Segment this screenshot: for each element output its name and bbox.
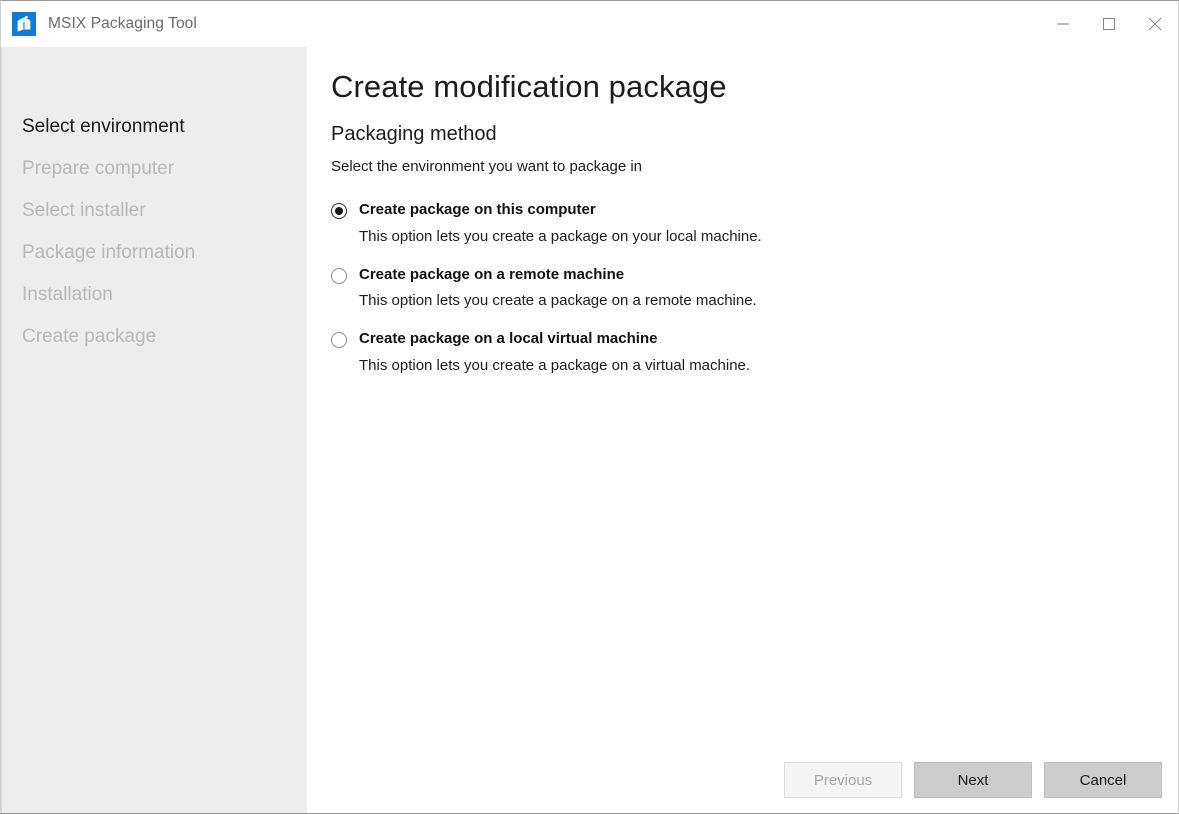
section-title: Packaging method [331, 123, 497, 146]
option-label: Create package on this computer [359, 201, 596, 219]
sidebar-item-create-package[interactable]: Create package [2, 315, 307, 357]
sidebar-item-label: Prepare computer [22, 157, 175, 179]
title-bar: MSIX Packaging Tool [1, 1, 1178, 47]
sidebar-item-label: Installation [22, 283, 113, 305]
close-icon [1146, 15, 1164, 33]
option-create-on-local-virtual-machine: Create package on a local virtual machin… [331, 330, 1178, 376]
previous-button[interactable]: Previous [784, 762, 902, 798]
window-controls [1040, 1, 1178, 47]
next-button[interactable]: Next [914, 762, 1032, 798]
title-bar-left: MSIX Packaging Tool [1, 12, 197, 36]
sidebar-item-installation[interactable]: Installation [2, 273, 307, 315]
option-row[interactable]: Create package on this computer [331, 201, 1178, 220]
sidebar-item-label: Create package [22, 325, 157, 347]
close-button[interactable] [1132, 1, 1178, 47]
sidebar-item-package-information[interactable]: Package information [2, 231, 307, 273]
minimize-icon [1055, 16, 1071, 32]
option-row[interactable]: Create package on a remote machine [331, 266, 1178, 285]
radio-create-on-local-virtual-machine[interactable] [331, 332, 347, 349]
option-create-on-this-computer: Create package on this computer This opt… [331, 201, 1178, 247]
packaging-method-radio-group: Create package on this computer This opt… [331, 176, 1178, 376]
main-content: Create modification package Packaging me… [307, 47, 1178, 813]
option-description: This option lets you create a package on… [359, 356, 751, 374]
maximize-icon [1101, 16, 1117, 32]
sidebar-item-label: Select installer [22, 199, 146, 221]
option-label: Create package on a local virtual machin… [359, 330, 658, 348]
page-title: Create modification package [331, 69, 727, 104]
body-split: Select environment Prepare computer Sele… [1, 47, 1178, 813]
sidebar-item-label: Package information [22, 241, 196, 263]
maximize-button[interactable] [1086, 1, 1132, 47]
option-label: Create package on a remote machine [359, 265, 625, 283]
sidebar-navigation: Select environment Prepare computer Sele… [1, 47, 307, 813]
option-row[interactable]: Create package on a local virtual machin… [331, 330, 1178, 349]
section-subtitle: Select the environment you want to packa… [331, 158, 643, 176]
app-window: MSIX Packaging Tool Select environment P… [0, 0, 1179, 814]
app-title: MSIX Packaging Tool [48, 15, 197, 32]
footer-actions: Previous Next Cancel [784, 762, 1162, 798]
sidebar-item-select-installer[interactable]: Select installer [2, 189, 307, 231]
minimize-button[interactable] [1040, 1, 1086, 47]
radio-create-on-remote-machine[interactable] [331, 267, 347, 284]
package-box-icon [12, 12, 36, 36]
cancel-button[interactable]: Cancel [1044, 762, 1162, 798]
sidebar-item-label: Select environment [22, 115, 185, 137]
radio-create-on-this-computer[interactable] [331, 203, 347, 220]
sidebar-item-select-environment[interactable]: Select environment [2, 105, 307, 147]
option-description: This option lets you create a package on… [359, 227, 762, 245]
sidebar-item-prepare-computer[interactable]: Prepare computer [2, 147, 307, 189]
option-description: This option lets you create a package on… [359, 292, 757, 310]
option-create-on-remote-machine: Create package on a remote machine This … [331, 266, 1178, 312]
